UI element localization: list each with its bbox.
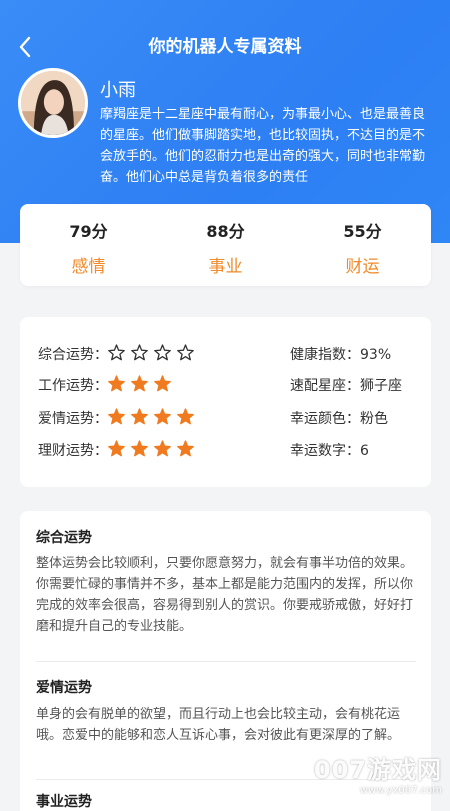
fortune-label: 综合运势： bbox=[38, 347, 108, 363]
star-filled-icon bbox=[131, 374, 148, 392]
star-outline-icon bbox=[177, 343, 194, 361]
fortune-label: 爱情运势： bbox=[38, 411, 108, 427]
star-rating bbox=[108, 407, 200, 429]
star-filled-icon bbox=[108, 407, 125, 425]
watermark: 007游戏网 www.yx007.com bbox=[314, 750, 442, 796]
star-filled-icon bbox=[154, 374, 171, 392]
star-filled-icon bbox=[108, 374, 125, 392]
lucky-color: 幸运颜色：粉色 bbox=[290, 411, 388, 427]
score-label: 财运 bbox=[345, 257, 380, 277]
score-value: 88分 bbox=[206, 222, 245, 241]
fortune-label: 工作运势： bbox=[38, 378, 108, 394]
star-filled-icon bbox=[154, 407, 171, 425]
watermark-text: 007游戏网 bbox=[313, 756, 442, 784]
star-outline-icon bbox=[154, 343, 171, 361]
score-label: 事业 bbox=[208, 257, 243, 277]
profile-description: 摩羯座是十二星座中最有耐心，为事最小心、也是最善良的星座。他们做事脚踏实地，也比… bbox=[100, 107, 426, 185]
health-index: 健康指数：93% bbox=[290, 347, 392, 363]
section-title: 爱情运势 bbox=[36, 680, 92, 696]
score-value: 55分 bbox=[343, 222, 382, 241]
section-body: 整体运势会比较顺利，只要你愿意努力，就会有事半功倍的效果。你需要忙碌的事情并不多… bbox=[36, 556, 414, 634]
divider bbox=[36, 661, 416, 662]
section-title: 事业运势 bbox=[36, 794, 92, 810]
avatar-image bbox=[21, 71, 85, 135]
score-wealth: 55分 财运 bbox=[294, 204, 431, 286]
star-rating bbox=[108, 439, 200, 461]
star-outline-icon bbox=[108, 343, 125, 361]
section-body: 单身的会有脱单的欲望，而且行动上也会比较主动，会有桃花运哦。恋爱中的能够和恋人互… bbox=[36, 707, 401, 743]
lucky-number: 幸运数字：6 bbox=[290, 443, 369, 459]
star-filled-icon bbox=[154, 439, 171, 457]
watermark-url: www.yx007.com bbox=[359, 785, 442, 796]
star-filled-icon bbox=[131, 439, 148, 457]
score-value: 79分 bbox=[69, 222, 108, 241]
score-label: 感情 bbox=[71, 257, 106, 277]
star-filled-icon bbox=[131, 407, 148, 425]
fortune-row: 爱情运势： bbox=[38, 406, 200, 430]
scores-card: 79分 感情 88分 事业 55分 财运 bbox=[20, 204, 431, 286]
fortune-row: 理财运势： bbox=[38, 438, 200, 462]
page-title: 你的机器人专属资料 bbox=[148, 37, 302, 57]
match-sign: 速配星座：狮子座 bbox=[290, 378, 402, 394]
score-love: 79分 感情 bbox=[20, 204, 157, 286]
profile-name: 小雨 bbox=[100, 80, 136, 101]
star-rating bbox=[108, 374, 177, 396]
fortune-row: 综合运势： bbox=[38, 342, 200, 366]
star-rating bbox=[108, 343, 200, 365]
fortune-label: 理财运势： bbox=[38, 443, 108, 459]
fortune-row: 工作运势： bbox=[38, 373, 177, 397]
star-outline-icon bbox=[131, 343, 148, 361]
avatar bbox=[18, 68, 88, 138]
score-career: 88分 事业 bbox=[157, 204, 294, 286]
star-filled-icon bbox=[177, 407, 194, 425]
star-filled-icon bbox=[108, 439, 125, 457]
section-title: 综合运势 bbox=[36, 530, 92, 546]
star-filled-icon bbox=[177, 439, 194, 457]
fortune-card: 综合运势： 健康指数：93% 工作运势： 速配星座：狮子座 爱情运势： 幸运颜色… bbox=[20, 317, 431, 487]
